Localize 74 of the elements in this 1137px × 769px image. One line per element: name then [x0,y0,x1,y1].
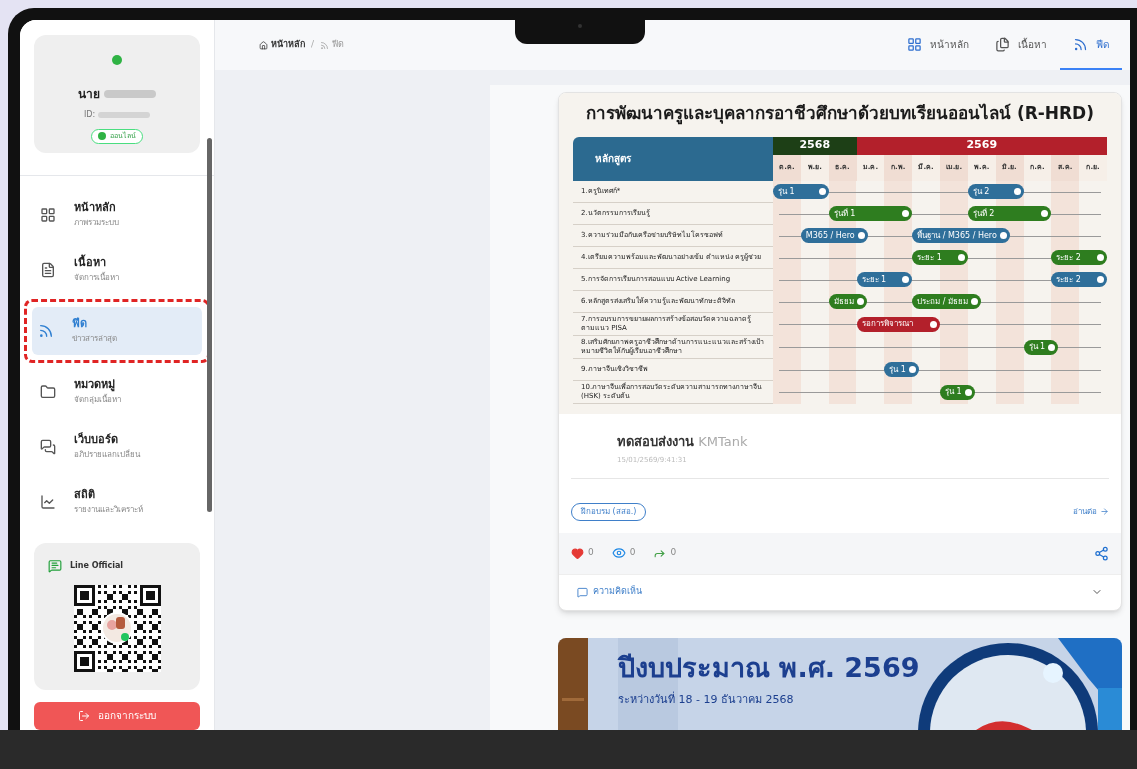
timeline-bar: รุ่น 2 [967,184,1024,199]
timeline-bar: ประถม / มัธยม [912,294,981,309]
timeline-bar: รุ่นที่ 2 [967,206,1052,221]
share-icon[interactable] [1094,545,1109,561]
home-icon [259,40,268,50]
share-count: 0 [653,546,677,560]
sidebar-item[interactable]: เว็บบอร์ด อภิปรายแลกเปลี่ยน [34,422,200,471]
folder-icon [40,383,56,400]
sidebar-item[interactable]: หมวดหมู่ จัดกลุ่มเนื้อหา [34,367,200,416]
chat-icon [48,558,62,573]
sidebar-item-subtitle: ภาพรวมระบบ [74,216,119,229]
timeline-bar: รอการพิจารณา [856,316,940,332]
eye-icon [611,546,626,560]
timeline-bar: ระยะ 2 [1051,272,1107,287]
timeline-bar: ระยะ 1 [856,272,913,287]
grid-icon [40,206,56,223]
top-tab[interactable]: หน้าหลัก [894,20,982,70]
user-name-prefix: นาย [78,86,100,103]
sidebar-item[interactable]: เนื้อหา จัดการเนื้อหา [34,245,200,294]
sidebar-item-title: หน้าหลัก [74,200,117,217]
chat-bubbles-icon [40,438,56,455]
timeline-bar: ระยะ 2 [1051,250,1107,265]
comments-toggle[interactable]: ความคิดเห็น [559,573,1121,610]
user-id-label: ID: [83,109,96,121]
infographic-title: การพัฒนาครูและบุคลากรอาชีวศึกษาด้วยบทเรียนออนไลน์ (R-HRD) [584,102,1095,127]
sidebar-item[interactable]: หน้าหลัก ภาพรวมระบบ [34,190,200,239]
top-tab[interactable]: ฟีด [1060,20,1122,70]
redacted-id [98,112,151,118]
timeline-bar: รุ่น 1 [940,384,975,400]
column-header: หลักสูตร [573,136,773,181]
document-icon [40,261,56,278]
sidebar-item-subtitle: อภิปรายแลกเปลี่ยน [74,448,140,461]
sidebar-item-subtitle: รายงานและวิเคราะห์ [74,503,143,516]
banner-date: ระหว่างวันที่ 18 - 19 ธันวาคม 2568 [618,691,795,708]
breadcrumb-item: ฟีด [320,38,345,52]
arrow-right-icon [1100,507,1109,516]
timeline-bar: รุ่นที่ 1 [828,206,913,221]
timeline-bar: ระยะ 1 [912,250,968,265]
grid-icon [907,36,922,52]
rss-icon [1073,36,1088,52]
timeline-bar: รุ่น 1 [773,184,829,199]
top-tab[interactable]: เนื้อหา [982,20,1060,70]
year-header: 2568 [773,136,857,155]
year-header: 2569 [856,136,1107,155]
sidebar-item-title: สถิติ [74,487,96,504]
logout-icon [78,709,90,722]
timeline-bar: M365 / Hero [800,228,868,243]
heart-icon [571,546,584,560]
line-card-title: Line Official [70,559,124,572]
redacted-name [104,90,156,98]
sidebar-item-subtitle: จัดกลุ่มเนื้อหา [74,393,121,406]
sidebar-item-title: เว็บบอร์ด [74,432,119,449]
sidebar-item[interactable]: สถิติ รายงานและวิเคราะห์ [34,477,200,526]
timeline-bar: มัธยม [828,294,867,309]
documents-icon [995,36,1010,52]
timeline-bar: พื้นฐาน / M365 / Hero [912,228,1010,243]
timeline-bar: รุ่น 1 [1023,339,1059,355]
sidebar-item-title: ฟีด [72,316,88,333]
comment-icon [577,586,588,598]
line-chart-icon [40,493,56,510]
sidebar-item-subtitle: ข่าวสารล่าสุด [72,332,117,345]
sidebar-item-title: หมวดหมู่ [74,377,116,394]
view-count: 0 [611,546,636,560]
sidebar-item-subtitle: จัดการเนื้อหา [74,271,119,284]
breadcrumb-separator: / [311,38,315,52]
sidebar-item-title: เนื้อหา [74,255,107,272]
rss-icon [38,322,54,339]
banner-headline: ปีงบประมาณ พ.ศ. 2569 [618,651,921,684]
post-author: ทดสอบส่งงาน KMTank [617,432,749,451]
comments-label: ความคิดเห็น [593,585,642,599]
rss-icon [320,40,330,50]
read-more-link[interactable]: อ่านต่อ [1073,505,1109,518]
breadcrumb-item[interactable]: หน้าหลัก [259,38,305,52]
timeline-bar: รุ่น 1 [884,362,919,377]
